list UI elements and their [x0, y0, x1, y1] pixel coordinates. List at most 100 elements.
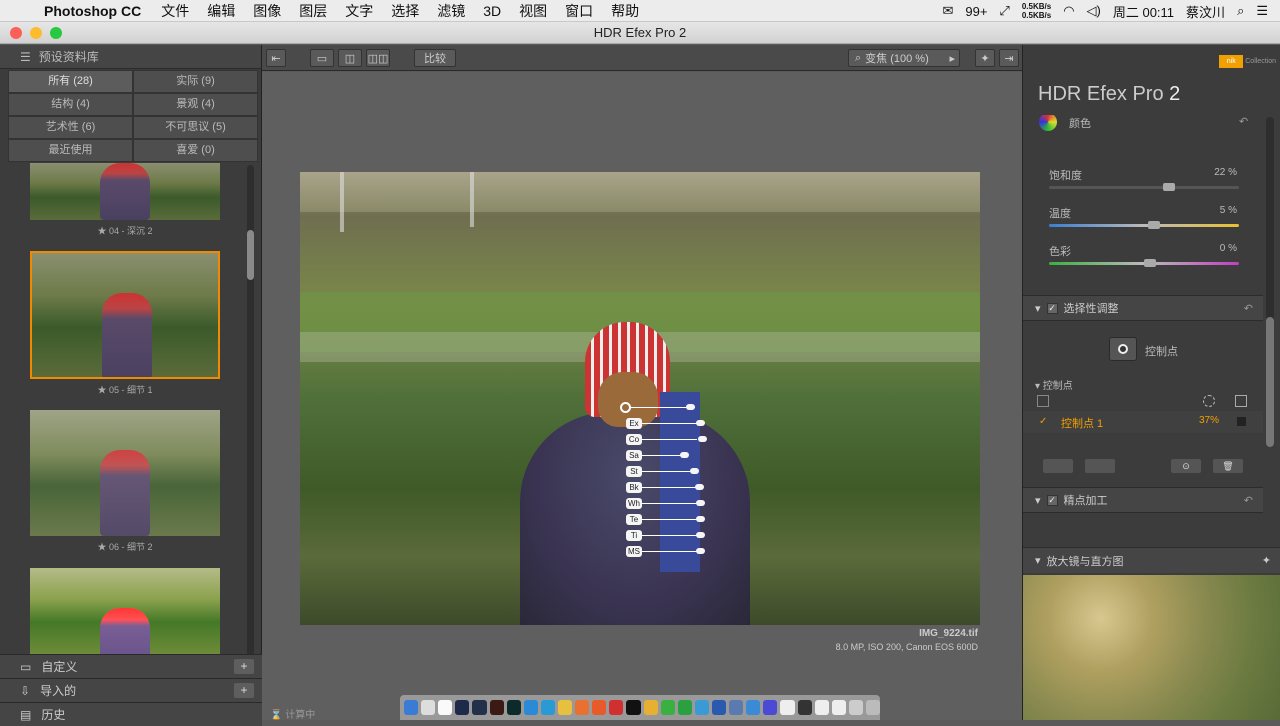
- expand-icon[interactable]: ⤢: [999, 3, 1009, 19]
- hide-panel-icon[interactable]: ⇤: [266, 49, 286, 67]
- background-light-icon[interactable]: ✦: [975, 49, 995, 67]
- cp-tag-temperature[interactable]: Te: [626, 514, 642, 525]
- menu-image[interactable]: 图像: [253, 1, 281, 21]
- zoom-icon[interactable]: [50, 27, 62, 39]
- menu-3d[interactable]: 3D: [483, 3, 501, 19]
- add-control-point-button[interactable]: [1109, 337, 1137, 361]
- minimize-icon[interactable]: [30, 27, 42, 39]
- slider-knob[interactable]: [1144, 259, 1156, 267]
- checkmark-icon[interactable]: ✓: [1039, 416, 1047, 427]
- wechat-icon[interactable]: ✉: [942, 3, 953, 19]
- notification-badge[interactable]: 99+: [965, 4, 987, 19]
- menu-type[interactable]: 文字: [345, 1, 373, 21]
- cp-tag-blacks[interactable]: Bk: [626, 482, 642, 493]
- chrome-icon[interactable]: [643, 700, 658, 715]
- finder-icon[interactable]: [404, 700, 419, 715]
- terminal-icon[interactable]: [797, 700, 812, 715]
- tint-slider[interactable]: [1049, 259, 1239, 267]
- trash-icon[interactable]: [865, 700, 881, 715]
- add-custom-button[interactable]: +: [234, 659, 254, 674]
- list-icon[interactable]: ☰: [1256, 3, 1268, 19]
- folder-app-icon[interactable]: [557, 700, 573, 715]
- menu-filter[interactable]: 滤镜: [437, 1, 465, 21]
- reset-icon[interactable]: ↶: [1239, 115, 1248, 128]
- app-menu-name[interactable]: Photoshop CC: [44, 3, 141, 19]
- preset-thumbnail[interactable]: ★ 04 - 深沉 2: [30, 163, 220, 237]
- new-point-button[interactable]: ⊙: [1171, 459, 1201, 473]
- cp-slider-handle[interactable]: [696, 500, 705, 506]
- cp-slider-handle[interactable]: [696, 532, 705, 538]
- category-realistic[interactable]: 实际 (9): [133, 70, 258, 93]
- preset-thumbnail-selected[interactable]: ★ 05 - 细节 1: [30, 251, 220, 396]
- category-structure[interactable]: 结构 (4): [8, 93, 133, 116]
- app-icon[interactable]: [763, 700, 778, 715]
- mask-icon[interactable]: [1235, 395, 1247, 407]
- selective-adjustments-header[interactable]: ▾ ✓ 选择性调整 ↶: [1023, 295, 1263, 321]
- add-imported-button[interactable]: +: [234, 683, 254, 698]
- volume-icon[interactable]: ◁): [1087, 3, 1101, 19]
- preset-thumbnail[interactable]: ★ 06 - 细节 2: [30, 410, 220, 553]
- compare-button[interactable]: 比较: [414, 49, 456, 67]
- illustrator-icon[interactable]: [489, 700, 504, 715]
- scrollbar-knob[interactable]: [247, 230, 254, 280]
- app-icon[interactable]: [848, 700, 863, 715]
- zoom-dropdown[interactable]: ⌕ 变焦 (100 %) ▸: [848, 49, 960, 67]
- cp-tag-method-strength[interactable]: MS: [626, 546, 642, 557]
- radius-handle[interactable]: [686, 404, 695, 410]
- app-icon[interactable]: [592, 700, 607, 715]
- menu-help[interactable]: 帮助: [611, 1, 639, 21]
- document-icon[interactable]: [814, 700, 829, 715]
- app-icon[interactable]: [575, 700, 590, 715]
- qq-icon[interactable]: [626, 700, 641, 715]
- category-surreal[interactable]: 不可思议 (5): [133, 116, 258, 139]
- cp-tag-exposure[interactable]: Ex: [626, 418, 642, 429]
- menu-icon[interactable]: ☰: [20, 50, 31, 64]
- wifi-icon[interactable]: ◠: [1063, 3, 1074, 19]
- app-icon[interactable]: [694, 700, 709, 715]
- search-icon[interactable]: ⌕: [1237, 3, 1244, 19]
- cp-slider-handle[interactable]: [695, 484, 704, 490]
- duplicate-point-button[interactable]: [1043, 459, 1073, 473]
- app-icon[interactable]: [746, 700, 761, 715]
- toggle-all-icon[interactable]: [1037, 395, 1049, 407]
- category-all[interactable]: 所有 (28): [8, 70, 133, 93]
- chevron-down-icon[interactable]: ▾: [1035, 302, 1041, 315]
- delete-point-button[interactable]: 🗑: [1213, 459, 1243, 473]
- split-view-icon[interactable]: ◫: [338, 49, 362, 67]
- slider-knob[interactable]: [1147, 221, 1160, 229]
- preset-library-header[interactable]: ☰ 预设资料库: [0, 45, 261, 69]
- cp-slider-handle[interactable]: [698, 436, 707, 442]
- finishing-header[interactable]: ▾ ✓ 精点加工 ↶: [1023, 487, 1263, 513]
- control-point-overlay[interactable]: Ex Co Sa St Bk Wh Te Ti MS: [620, 400, 710, 570]
- preset-thumbnail[interactable]: [30, 568, 220, 658]
- user-name[interactable]: 蔡汶川: [1186, 2, 1225, 21]
- notes-icon[interactable]: [438, 700, 453, 715]
- adjustments-scrollbar[interactable]: [1266, 117, 1274, 447]
- cp-slider-handle[interactable]: [680, 452, 689, 458]
- audition-icon[interactable]: [506, 700, 521, 715]
- weibo-icon[interactable]: [609, 700, 624, 715]
- cp-tag-saturation[interactable]: Sa: [626, 450, 642, 461]
- word-icon[interactable]: [711, 700, 727, 715]
- cp-tag-structure[interactable]: St: [626, 466, 642, 477]
- pin-icon[interactable]: ✦: [1262, 554, 1271, 567]
- reset-icon[interactable]: ↶: [1244, 494, 1253, 507]
- cp-tag-contrast[interactable]: Co: [626, 434, 642, 445]
- menu-edit[interactable]: 编辑: [207, 1, 235, 21]
- category-favorites[interactable]: 喜爱 (0): [133, 139, 258, 162]
- hide-right-panel-icon[interactable]: ⇥: [999, 49, 1019, 67]
- chevron-down-icon[interactable]: ▾: [1035, 494, 1041, 507]
- cp-slider-handle[interactable]: [696, 516, 705, 522]
- temperature-slider[interactable]: [1049, 221, 1239, 229]
- saturation-slider[interactable]: [1049, 183, 1239, 191]
- scrollbar-knob[interactable]: [1266, 317, 1274, 447]
- chevron-down-icon[interactable]: ▾: [1035, 554, 1041, 567]
- control-points-list-header[interactable]: ▾ 控制点: [1035, 377, 1073, 392]
- control-point-row[interactable]: ✓ 控制点 1 37%: [1023, 411, 1263, 433]
- category-artistic[interactable]: 艺术性 (6): [8, 116, 133, 139]
- menu-file[interactable]: 文件: [161, 1, 189, 21]
- group-point-button[interactable]: [1085, 459, 1115, 473]
- photoshop-icon[interactable]: [455, 700, 470, 715]
- app-store-icon[interactable]: [523, 700, 538, 715]
- imported-presets-row[interactable]: ⇩ 导入的 +: [0, 678, 262, 702]
